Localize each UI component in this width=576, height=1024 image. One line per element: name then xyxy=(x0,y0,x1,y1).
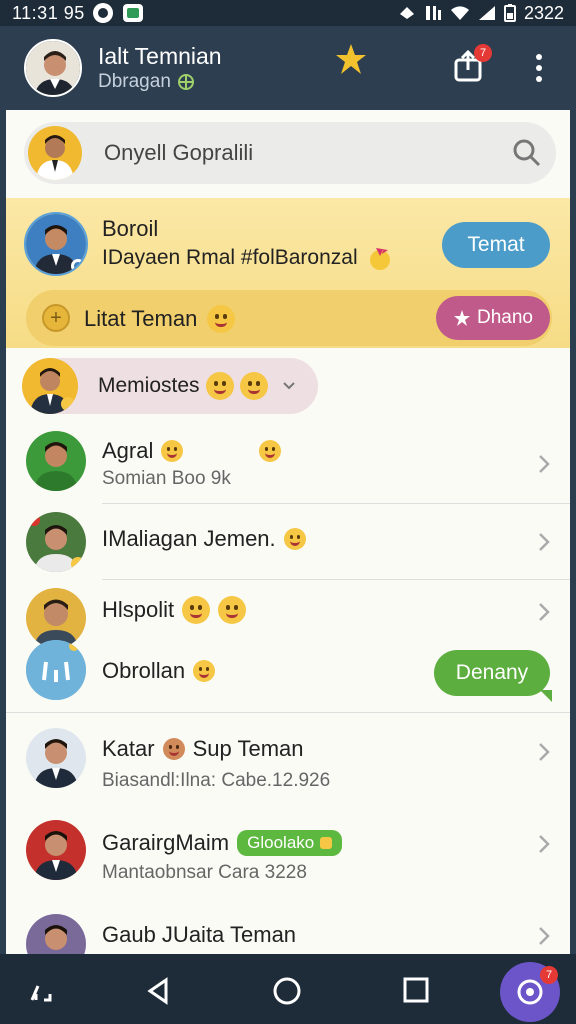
clap-emoji-icon xyxy=(283,528,306,550)
accessibility-icon[interactable] xyxy=(28,976,60,1006)
contact-name: IMaliagan Jemen. xyxy=(102,526,276,551)
chat-panel: Onyell Gopralili Boroil IDayaen Rmal #fo… xyxy=(6,110,570,954)
message-notification-icon xyxy=(122,4,143,22)
grin-emoji-icon xyxy=(182,596,211,624)
featured-avatar xyxy=(24,212,88,276)
search-input[interactable]: Onyell Gopralili xyxy=(24,122,556,184)
header-title: Ialt Temnian xyxy=(98,43,222,69)
contact-name: Obrollan xyxy=(102,658,186,683)
globe-icon xyxy=(177,74,194,90)
temat-button[interactable]: Temat xyxy=(442,222,550,268)
dhano-button[interactable]: Dhano xyxy=(436,296,550,340)
flower-icon xyxy=(369,248,390,270)
memiostes-filter[interactable]: Memiostes xyxy=(22,358,318,414)
signal-alt-icon xyxy=(399,7,414,19)
star-icon[interactable] xyxy=(334,42,368,76)
contact-name-suffix: Sup Teman xyxy=(192,736,304,761)
navigation-bar xyxy=(0,954,576,1024)
contact-avatar xyxy=(26,512,86,572)
filter-row: Memiostes xyxy=(6,348,570,428)
sim-icon xyxy=(425,6,441,20)
contact-name: Agral xyxy=(102,438,154,463)
face-emoji-icon xyxy=(162,738,185,760)
chevron-right-icon xyxy=(539,455,550,473)
contact-avatar-secondary xyxy=(26,640,86,700)
list-item[interactable]: Gaub JUaita Teman xyxy=(6,902,570,954)
wifi-icon xyxy=(450,6,469,20)
chevron-right-icon xyxy=(539,533,550,551)
contact-avatar xyxy=(26,431,86,491)
contact-subtitle: Biasandl:Ilna: Cabe.12.926 xyxy=(102,770,331,791)
battery-level: 2322 xyxy=(523,2,564,23)
star-small-icon xyxy=(454,310,470,326)
contact-avatar xyxy=(26,820,86,880)
status-badge: Gloolako xyxy=(237,830,343,856)
share-badge: 7 xyxy=(474,44,492,62)
chevron-right-icon xyxy=(539,835,550,853)
back-icon[interactable] xyxy=(144,976,172,1006)
pill-avatar xyxy=(22,358,78,414)
smile-emoji-icon xyxy=(193,660,216,682)
pill-label: Memiostes xyxy=(98,374,200,397)
chevron-right-icon xyxy=(539,927,550,945)
list-item[interactable]: Agral Somian Boo 9k xyxy=(6,428,570,504)
list-item[interactable]: IMaliagan Jemen. xyxy=(6,504,570,580)
new-chat-fab[interactable]: 7 xyxy=(500,962,560,1022)
contact-name: GarairgMaim xyxy=(102,830,230,855)
search-row: Onyell Gopralili xyxy=(6,110,570,198)
more-icon xyxy=(536,54,542,60)
status-badge-label: Gloolako xyxy=(247,833,315,852)
chat-fab-icon xyxy=(517,979,543,1005)
party-emoji-icon xyxy=(259,440,282,462)
chevron-right-icon xyxy=(539,743,550,761)
app-header: Ialt Temnian Dbragan xyxy=(0,26,576,110)
smile-emoji-icon xyxy=(239,372,268,400)
share-button[interactable]: 7 xyxy=(452,44,492,84)
denany-button[interactable]: Denany xyxy=(434,650,552,702)
search-icon[interactable] xyxy=(512,138,542,168)
smile-emoji-icon xyxy=(207,305,236,333)
contact-name: Gaub JUaita Teman xyxy=(102,922,297,947)
lihat-teman-bar[interactable]: + Litat Teman Dhano xyxy=(26,290,552,346)
fab-badge: 7 xyxy=(540,966,558,984)
featured-description: IDayaen Rmal #folBaronzal xyxy=(102,246,358,269)
divider xyxy=(6,712,570,713)
contact-name: Katar xyxy=(102,736,155,761)
contact-avatar xyxy=(26,728,86,788)
kiss-emoji-icon xyxy=(205,372,234,400)
list-item[interactable]: GarairgMaim Gloolako Mantaobnsar Cara 32… xyxy=(6,808,570,902)
contact-avatar xyxy=(26,588,86,648)
chevron-right-icon xyxy=(539,603,550,621)
notification-icon xyxy=(92,3,113,23)
chevron-down-icon xyxy=(282,382,295,390)
featured-name: Boroil xyxy=(102,216,159,241)
contact-subtitle: Mantaobnsar Cara 3228 xyxy=(102,862,307,883)
dhano-label: Dhano xyxy=(477,307,533,328)
contact-subtitle: Somian Boo 9k xyxy=(102,468,231,489)
wink-emoji-icon xyxy=(161,440,184,462)
status-time: 11:31 95 xyxy=(12,2,85,23)
header-subtitle: Dbragan xyxy=(98,71,171,92)
more-options-button[interactable] xyxy=(530,52,548,84)
plus-icon: + xyxy=(42,304,70,332)
contact-avatar xyxy=(26,914,86,954)
search-avatar xyxy=(28,126,82,180)
cell-signal-icon xyxy=(478,6,495,20)
list-item[interactable]: Katar Sup Teman Biasandl:Ilna: Cabe.12.9… xyxy=(6,714,570,808)
battery-icon xyxy=(503,4,516,22)
smile-emoji-icon xyxy=(218,596,247,624)
featured-chat[interactable]: Boroil IDayaen Rmal #folBaronzal Temat +… xyxy=(6,198,570,348)
home-icon[interactable] xyxy=(272,976,302,1006)
recents-icon[interactable] xyxy=(402,976,430,1004)
profile-avatar[interactable] xyxy=(24,39,82,97)
status-bar: 11:31 95 2322 xyxy=(0,0,576,26)
contact-name: Hlspolit xyxy=(102,597,175,622)
lihat-teman-label: Litat Teman xyxy=(84,306,198,331)
search-placeholder: Onyell Gopralili xyxy=(104,140,254,165)
